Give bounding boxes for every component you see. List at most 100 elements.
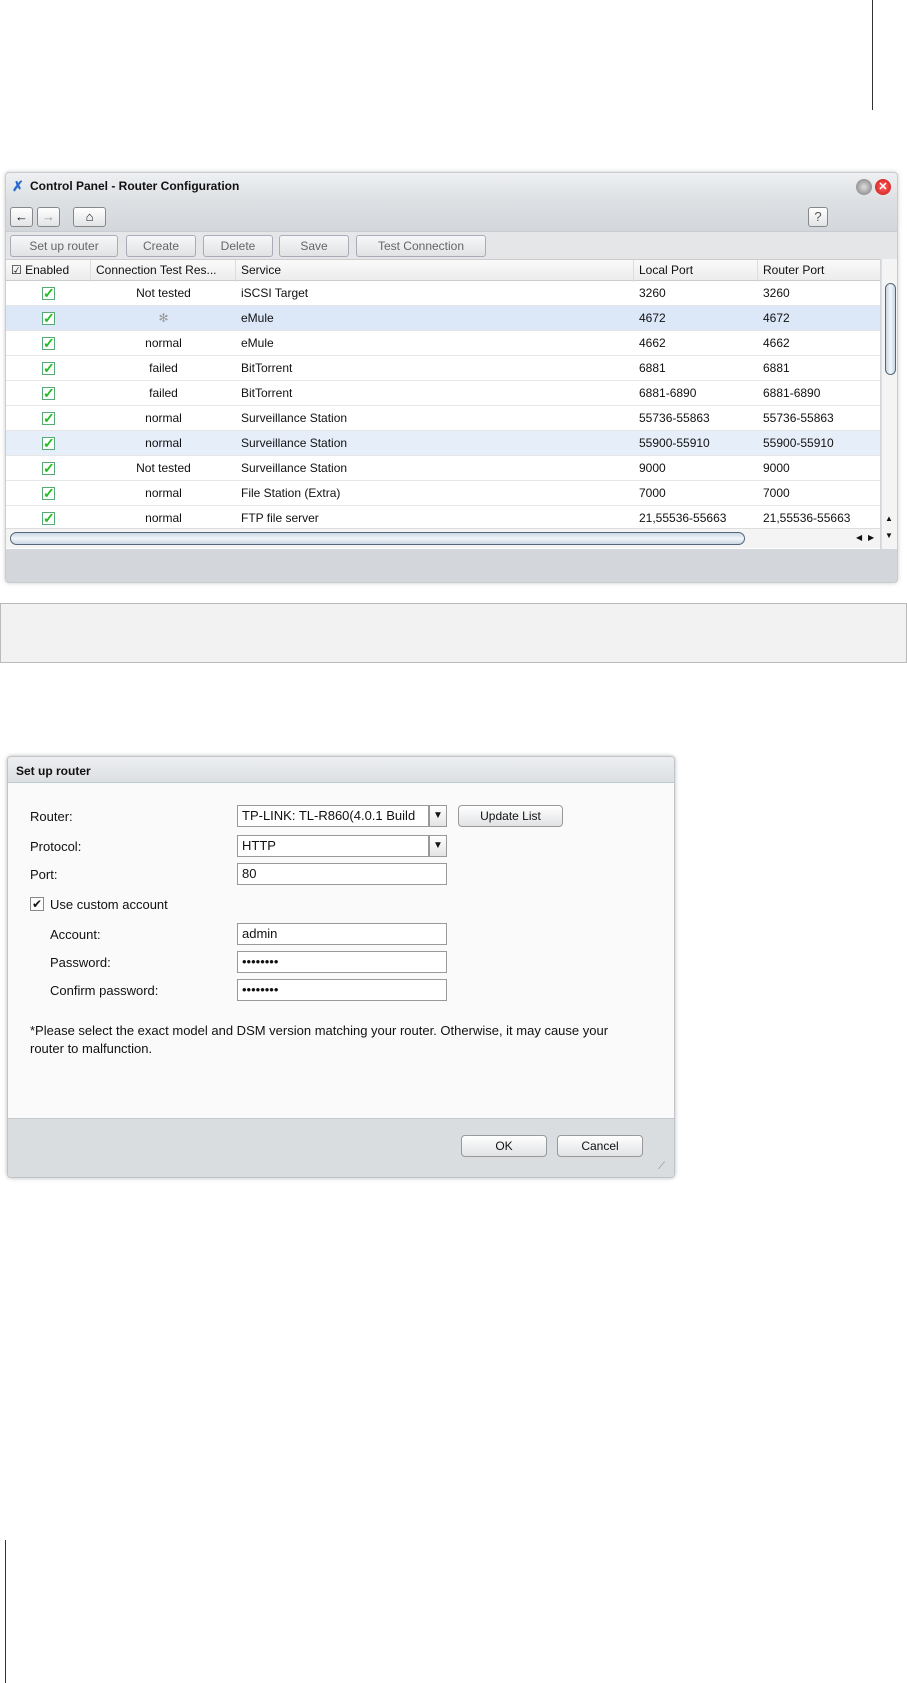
cancel-button[interactable]: Cancel [557, 1135, 643, 1157]
enabled-checkbox[interactable]: ✓ [42, 286, 55, 300]
toolbar: Set up router Create Delete Save Test Co… [6, 231, 897, 259]
enabled-checkbox[interactable]: ✓ [42, 436, 55, 450]
scroll-thumb[interactable] [885, 283, 896, 375]
router-port-cell: 6881-6890 [763, 386, 821, 400]
password-input[interactable]: •••••••• [237, 951, 447, 973]
password-label: Password: [50, 955, 111, 970]
update-list-button[interactable]: Update List [458, 805, 563, 827]
connection-test-cell: failed [149, 361, 178, 375]
arrow-left-icon: ← [15, 209, 28, 224]
table-header: ☑ Enabled Connection Test Res... Service… [6, 259, 880, 282]
vertical-scrollbar[interactable]: ▲ ▼ [881, 259, 897, 549]
close-button[interactable]: ✕ [875, 179, 891, 195]
back-button[interactable]: ← [10, 207, 33, 227]
service-cell: Surveillance Station [241, 436, 348, 450]
service-cell: FTP file server [241, 511, 319, 525]
window-titlebar: ✗ Control Panel - Router Configuration ✕ [6, 173, 897, 201]
header-connection-test[interactable]: Connection Test Res... [91, 260, 236, 282]
scroll-up-icon[interactable]: ▲ [885, 514, 893, 523]
chevron-down-icon[interactable]: ▼ [429, 805, 447, 827]
table-row[interactable]: ✓ ✻ eMule 4672 4672 [6, 306, 880, 331]
service-cell: eMule [241, 311, 274, 325]
local-port-cell: 55900-55910 [639, 436, 710, 450]
connection-test-cell: normal [145, 336, 182, 350]
home-button[interactable]: ⌂ [73, 207, 106, 227]
connection-test-cell: normal [145, 436, 182, 450]
table-row[interactable]: ✓ Not tested Surveillance Station 9000 9… [6, 456, 880, 481]
setup-router-dialog: Set up router Router: TP-LINK: TL-R860(4… [7, 756, 675, 1178]
horizontal-scrollbar[interactable]: ◀ ▶ [6, 528, 880, 548]
scroll-right-icon[interactable]: ▶ [868, 533, 874, 542]
table-row[interactable]: ✓ normal File Station (Extra) 7000 7000 [6, 481, 880, 506]
enabled-checkbox[interactable]: ✓ [42, 361, 55, 375]
protocol-select[interactable]: HTTP [237, 835, 429, 857]
confirm-password-input[interactable]: •••••••• [237, 979, 447, 1001]
header-router-port[interactable]: Router Port [758, 260, 880, 282]
port-input[interactable]: 80 [237, 863, 447, 885]
page-edge-line [872, 0, 873, 110]
enabled-checkbox[interactable]: ✓ [42, 336, 55, 350]
scroll-thumb[interactable] [10, 532, 745, 545]
port-table: ☑ Enabled Connection Test Res... Service… [6, 259, 880, 549]
header-service[interactable]: Service [236, 260, 634, 282]
local-port-cell: 6881 [639, 361, 666, 375]
router-port-cell: 7000 [763, 486, 790, 500]
setup-router-button[interactable]: Set up router [10, 235, 118, 257]
save-button[interactable]: Save [279, 235, 349, 257]
connection-test-cell: ✻ [91, 306, 236, 330]
test-connection-button[interactable]: Test Connection [356, 235, 486, 257]
connection-test-cell: normal [145, 486, 182, 500]
enabled-checkbox[interactable]: ✓ [42, 461, 55, 475]
local-port-cell: 9000 [639, 461, 666, 475]
delete-button[interactable]: Delete [203, 235, 273, 257]
use-custom-account-checkbox[interactable]: ✔ [30, 897, 44, 911]
scroll-down-icon[interactable]: ▼ [885, 531, 893, 540]
table-row[interactable]: ✓ failed BitTorrent 6881-6890 6881-6890 [6, 381, 880, 406]
connection-test-cell: failed [149, 386, 178, 400]
arrow-right-icon: → [42, 209, 55, 224]
local-port-cell: 6881-6890 [639, 386, 697, 400]
connection-test-cell: Not tested [136, 286, 191, 300]
service-cell: BitTorrent [241, 386, 293, 400]
help-button[interactable]: ? [808, 207, 828, 227]
enabled-checkbox[interactable]: ✓ [42, 411, 55, 425]
page-edge-line [5, 1540, 6, 1683]
router-port-cell: 9000 [763, 461, 790, 475]
enabled-checkbox[interactable]: ✓ [42, 386, 55, 400]
forward-button[interactable]: → [37, 207, 60, 227]
create-button[interactable]: Create [126, 235, 196, 257]
nav-bar: ← → ⌂ ? [6, 201, 897, 231]
header-local-port[interactable]: Local Port [634, 260, 758, 282]
router-select[interactable]: TP-LINK: TL-R860(4.0.1 Build [237, 805, 429, 827]
resize-grip-icon[interactable]: ⟋ [658, 1161, 665, 1172]
account-input[interactable]: admin [237, 923, 447, 945]
account-label: Account: [50, 927, 101, 942]
service-cell: BitTorrent [241, 361, 293, 375]
checkbox-icon[interactable]: ☑ [11, 263, 25, 277]
local-port-cell: 3260 [639, 286, 666, 300]
minimize-button[interactable] [856, 179, 872, 195]
scroll-left-icon[interactable]: ◀ [856, 533, 862, 542]
router-port-cell: 4662 [763, 336, 790, 350]
service-cell: iSCSI Target [241, 286, 309, 300]
local-port-cell: 4662 [639, 336, 666, 350]
table-row[interactable]: ✓ normal eMule 4662 4662 [6, 331, 880, 356]
table-row[interactable]: ✓ failed BitTorrent 6881 6881 [6, 356, 880, 381]
dialog-footer: OK Cancel ⟋ [8, 1118, 674, 1177]
port-label: Port: [30, 867, 58, 882]
connection-test-cell: normal [145, 411, 182, 425]
table-row[interactable]: ✓ normal Surveillance Station 55736-5586… [6, 406, 880, 431]
enabled-checkbox[interactable]: ✓ [42, 311, 55, 325]
header-enabled[interactable]: ☑ Enabled [6, 260, 91, 282]
table-row[interactable]: ✓ normal Surveillance Station 55900-5591… [6, 431, 880, 456]
table-row[interactable]: ✓ Not tested iSCSI Target 3260 3260 [6, 281, 880, 306]
protocol-label: Protocol: [30, 839, 82, 854]
enabled-checkbox[interactable]: ✓ [42, 486, 55, 500]
confirm-password-label: Confirm password: [50, 983, 159, 998]
enabled-checkbox[interactable]: ✓ [42, 511, 55, 525]
router-port-cell: 55900-55910 [763, 436, 834, 450]
ok-button[interactable]: OK [461, 1135, 547, 1157]
service-cell: Surveillance Station [241, 411, 348, 425]
chevron-down-icon[interactable]: ▼ [429, 835, 447, 857]
local-port-cell: 21,55536-55663 [639, 511, 727, 525]
